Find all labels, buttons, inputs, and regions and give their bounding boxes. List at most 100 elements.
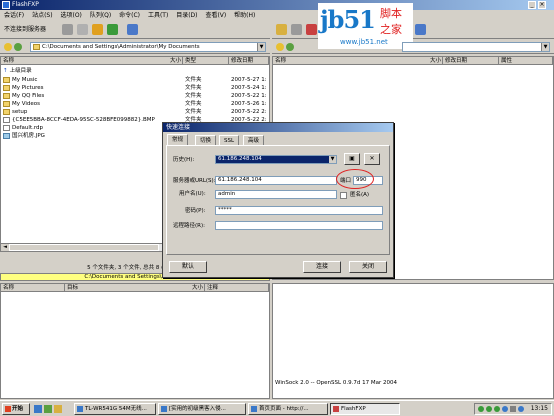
menu-directory[interactable]: 目录(D) bbox=[176, 12, 197, 19]
queue-col-name[interactable]: 名称 bbox=[1, 284, 65, 292]
view-icon-right[interactable] bbox=[414, 24, 426, 35]
queue-col-note[interactable]: 注释 bbox=[205, 284, 269, 292]
file-name: My QQ Files bbox=[12, 93, 45, 99]
tray-network-icon[interactable] bbox=[494, 406, 500, 412]
col-date[interactable]: 修改日期 bbox=[229, 57, 269, 65]
left-path-text: C:\Documents and Settings\Administrator\… bbox=[42, 44, 200, 50]
favorite-star-icon[interactable] bbox=[4, 43, 12, 51]
tab-general[interactable]: 常规 bbox=[167, 134, 189, 145]
user-input[interactable]: admin bbox=[215, 190, 337, 199]
menu-session[interactable]: 会话(F) bbox=[4, 12, 24, 19]
col-attr-right[interactable]: 属性 bbox=[499, 57, 553, 65]
file-row[interactable]: Default.rdp bbox=[3, 124, 43, 132]
menu-view[interactable]: 查看(V) bbox=[205, 12, 226, 19]
col-date-right[interactable]: 修改日期 bbox=[443, 57, 499, 65]
menu-tools[interactable]: 工具(T) bbox=[148, 12, 168, 19]
title-bar: FlashFXP bbox=[0, 0, 554, 10]
file-row[interactable]: setup bbox=[3, 108, 27, 116]
system-tray: 13:15 bbox=[474, 403, 552, 415]
password-input[interactable]: ***** bbox=[215, 206, 383, 215]
view-icon[interactable] bbox=[126, 24, 138, 35]
menu-sites[interactable]: 站点(S) bbox=[32, 12, 53, 19]
file-name: My Videos bbox=[12, 101, 41, 107]
default-button[interactable]: 默认 bbox=[169, 261, 207, 273]
left-path-combo[interactable]: C:\Documents and Settings\Administrator\… bbox=[30, 42, 266, 52]
task-button-article[interactable]: [实用的初级黑客入侵... bbox=[158, 403, 246, 415]
queue-col-size[interactable]: 大小 bbox=[171, 284, 205, 292]
image-file-icon bbox=[3, 132, 10, 139]
tray-app-icon[interactable] bbox=[502, 406, 508, 412]
connect-icon[interactable] bbox=[276, 24, 287, 35]
log-pane: WinSock 2.0 -- OpenSSL 0.9.7d 17 Mar 200… bbox=[272, 283, 554, 399]
unconnected-button[interactable]: 不连接到服务器 bbox=[1, 24, 50, 36]
task-label: 首页页面 - http://... bbox=[259, 406, 309, 412]
close-icon[interactable]: × bbox=[538, 1, 546, 9]
pause-icon[interactable] bbox=[61, 24, 73, 35]
refresh-icon[interactable] bbox=[91, 24, 103, 35]
close-button[interactable]: 关闭 bbox=[349, 261, 387, 273]
file-row[interactable]: My Music bbox=[3, 76, 37, 84]
right-toolbar bbox=[272, 21, 554, 39]
col-type[interactable]: 类型 bbox=[183, 57, 229, 65]
col-size-right[interactable]: 大小 bbox=[413, 57, 443, 65]
tab-switch[interactable]: 切换 bbox=[195, 135, 217, 145]
favorite-star-icon-right[interactable] bbox=[276, 43, 284, 51]
stop-icon[interactable] bbox=[76, 24, 88, 35]
chevron-down-icon[interactable]: ▼ bbox=[329, 156, 336, 163]
task-button-router[interactable]: TL-WR541G 54M无线... bbox=[74, 403, 156, 415]
quicklaunch-ie-icon[interactable] bbox=[34, 405, 42, 413]
quicklaunch-desktop-icon[interactable] bbox=[44, 405, 52, 413]
file-row[interactable]: My Videos bbox=[3, 100, 40, 108]
server-input[interactable]: 61.186.248.104 bbox=[215, 176, 337, 185]
scroll-thumb[interactable] bbox=[9, 244, 159, 251]
volume-icon[interactable] bbox=[510, 406, 516, 412]
quicklaunch-folder-icon[interactable] bbox=[54, 405, 62, 413]
home-icon-right[interactable] bbox=[286, 43, 294, 51]
minimize-icon[interactable]: _ bbox=[528, 1, 536, 9]
parent-dir-row[interactable]: ↑ 上级目录 bbox=[3, 67, 32, 75]
file-row[interactable]: {C5EE5BBA-8CCF-4EDA-95SC-528BFE099882}.B… bbox=[3, 116, 183, 124]
task-button-homepage[interactable]: 首页页面 - http://... bbox=[248, 403, 328, 415]
tray-network-icon[interactable] bbox=[478, 406, 484, 412]
start-button[interactable]: 开始 bbox=[2, 403, 30, 415]
up-arrow-icon: ↑ bbox=[3, 68, 8, 74]
tray-network-icon[interactable] bbox=[486, 406, 492, 412]
tray-globe-icon[interactable] bbox=[518, 406, 524, 412]
menu-queue[interactable]: 队列(Q) bbox=[90, 12, 111, 19]
transfer-icon[interactable] bbox=[106, 24, 118, 35]
file-date: 2007-5-27 1: bbox=[231, 77, 267, 83]
stop-icon-right[interactable] bbox=[305, 24, 317, 35]
tab-ssl[interactable]: SSL bbox=[219, 135, 240, 145]
file-type: 文件夹 bbox=[185, 77, 202, 83]
file-type: 文件夹 bbox=[185, 93, 202, 99]
menu-options[interactable]: 选项(O) bbox=[60, 12, 81, 19]
folder-icon bbox=[3, 84, 10, 91]
file-row[interactable]: 国兴机房.JPG bbox=[3, 132, 45, 140]
x-icon: ✕ bbox=[369, 155, 375, 162]
connect-button[interactable]: 连接 bbox=[303, 261, 341, 273]
menu-help[interactable]: 帮助(H) bbox=[234, 12, 255, 19]
anonymous-checkbox[interactable] bbox=[340, 192, 347, 199]
file-row[interactable]: My QQ Files bbox=[3, 92, 44, 100]
history-delete-button[interactable]: ✕ bbox=[364, 153, 380, 165]
history-combo[interactable]: 61.186.248.104 ▼ bbox=[215, 155, 337, 164]
home-icon[interactable] bbox=[14, 43, 22, 51]
disconnect-icon[interactable] bbox=[290, 24, 302, 35]
ie-icon bbox=[251, 406, 257, 412]
history-edit-button[interactable]: ▣ bbox=[344, 153, 360, 165]
task-button-flashfxp[interactable]: FlashFXP bbox=[330, 403, 400, 415]
watermark-brand: jb51 bbox=[320, 5, 376, 34]
menu-commands[interactable]: 命令(C) bbox=[119, 12, 140, 19]
chevron-down-icon[interactable]: ▼ bbox=[257, 43, 265, 51]
file-row[interactable]: My Pictures bbox=[3, 84, 44, 92]
start-label: 开始 bbox=[12, 406, 24, 412]
chevron-down-icon-right[interactable]: ▼ bbox=[541, 43, 549, 51]
tab-advanced[interactable]: 高级 bbox=[243, 135, 265, 145]
remote-path-input[interactable] bbox=[215, 221, 383, 230]
right-path-combo[interactable]: ▼ bbox=[402, 42, 550, 52]
task-label: TL-WR541G 54M无线... bbox=[85, 406, 147, 412]
col-size[interactable]: 大小 bbox=[151, 57, 183, 65]
scroll-left-icon[interactable]: ◄ bbox=[1, 244, 9, 251]
file-name: setup bbox=[12, 109, 28, 115]
server-label: 服务器或URL(S): bbox=[173, 178, 216, 184]
